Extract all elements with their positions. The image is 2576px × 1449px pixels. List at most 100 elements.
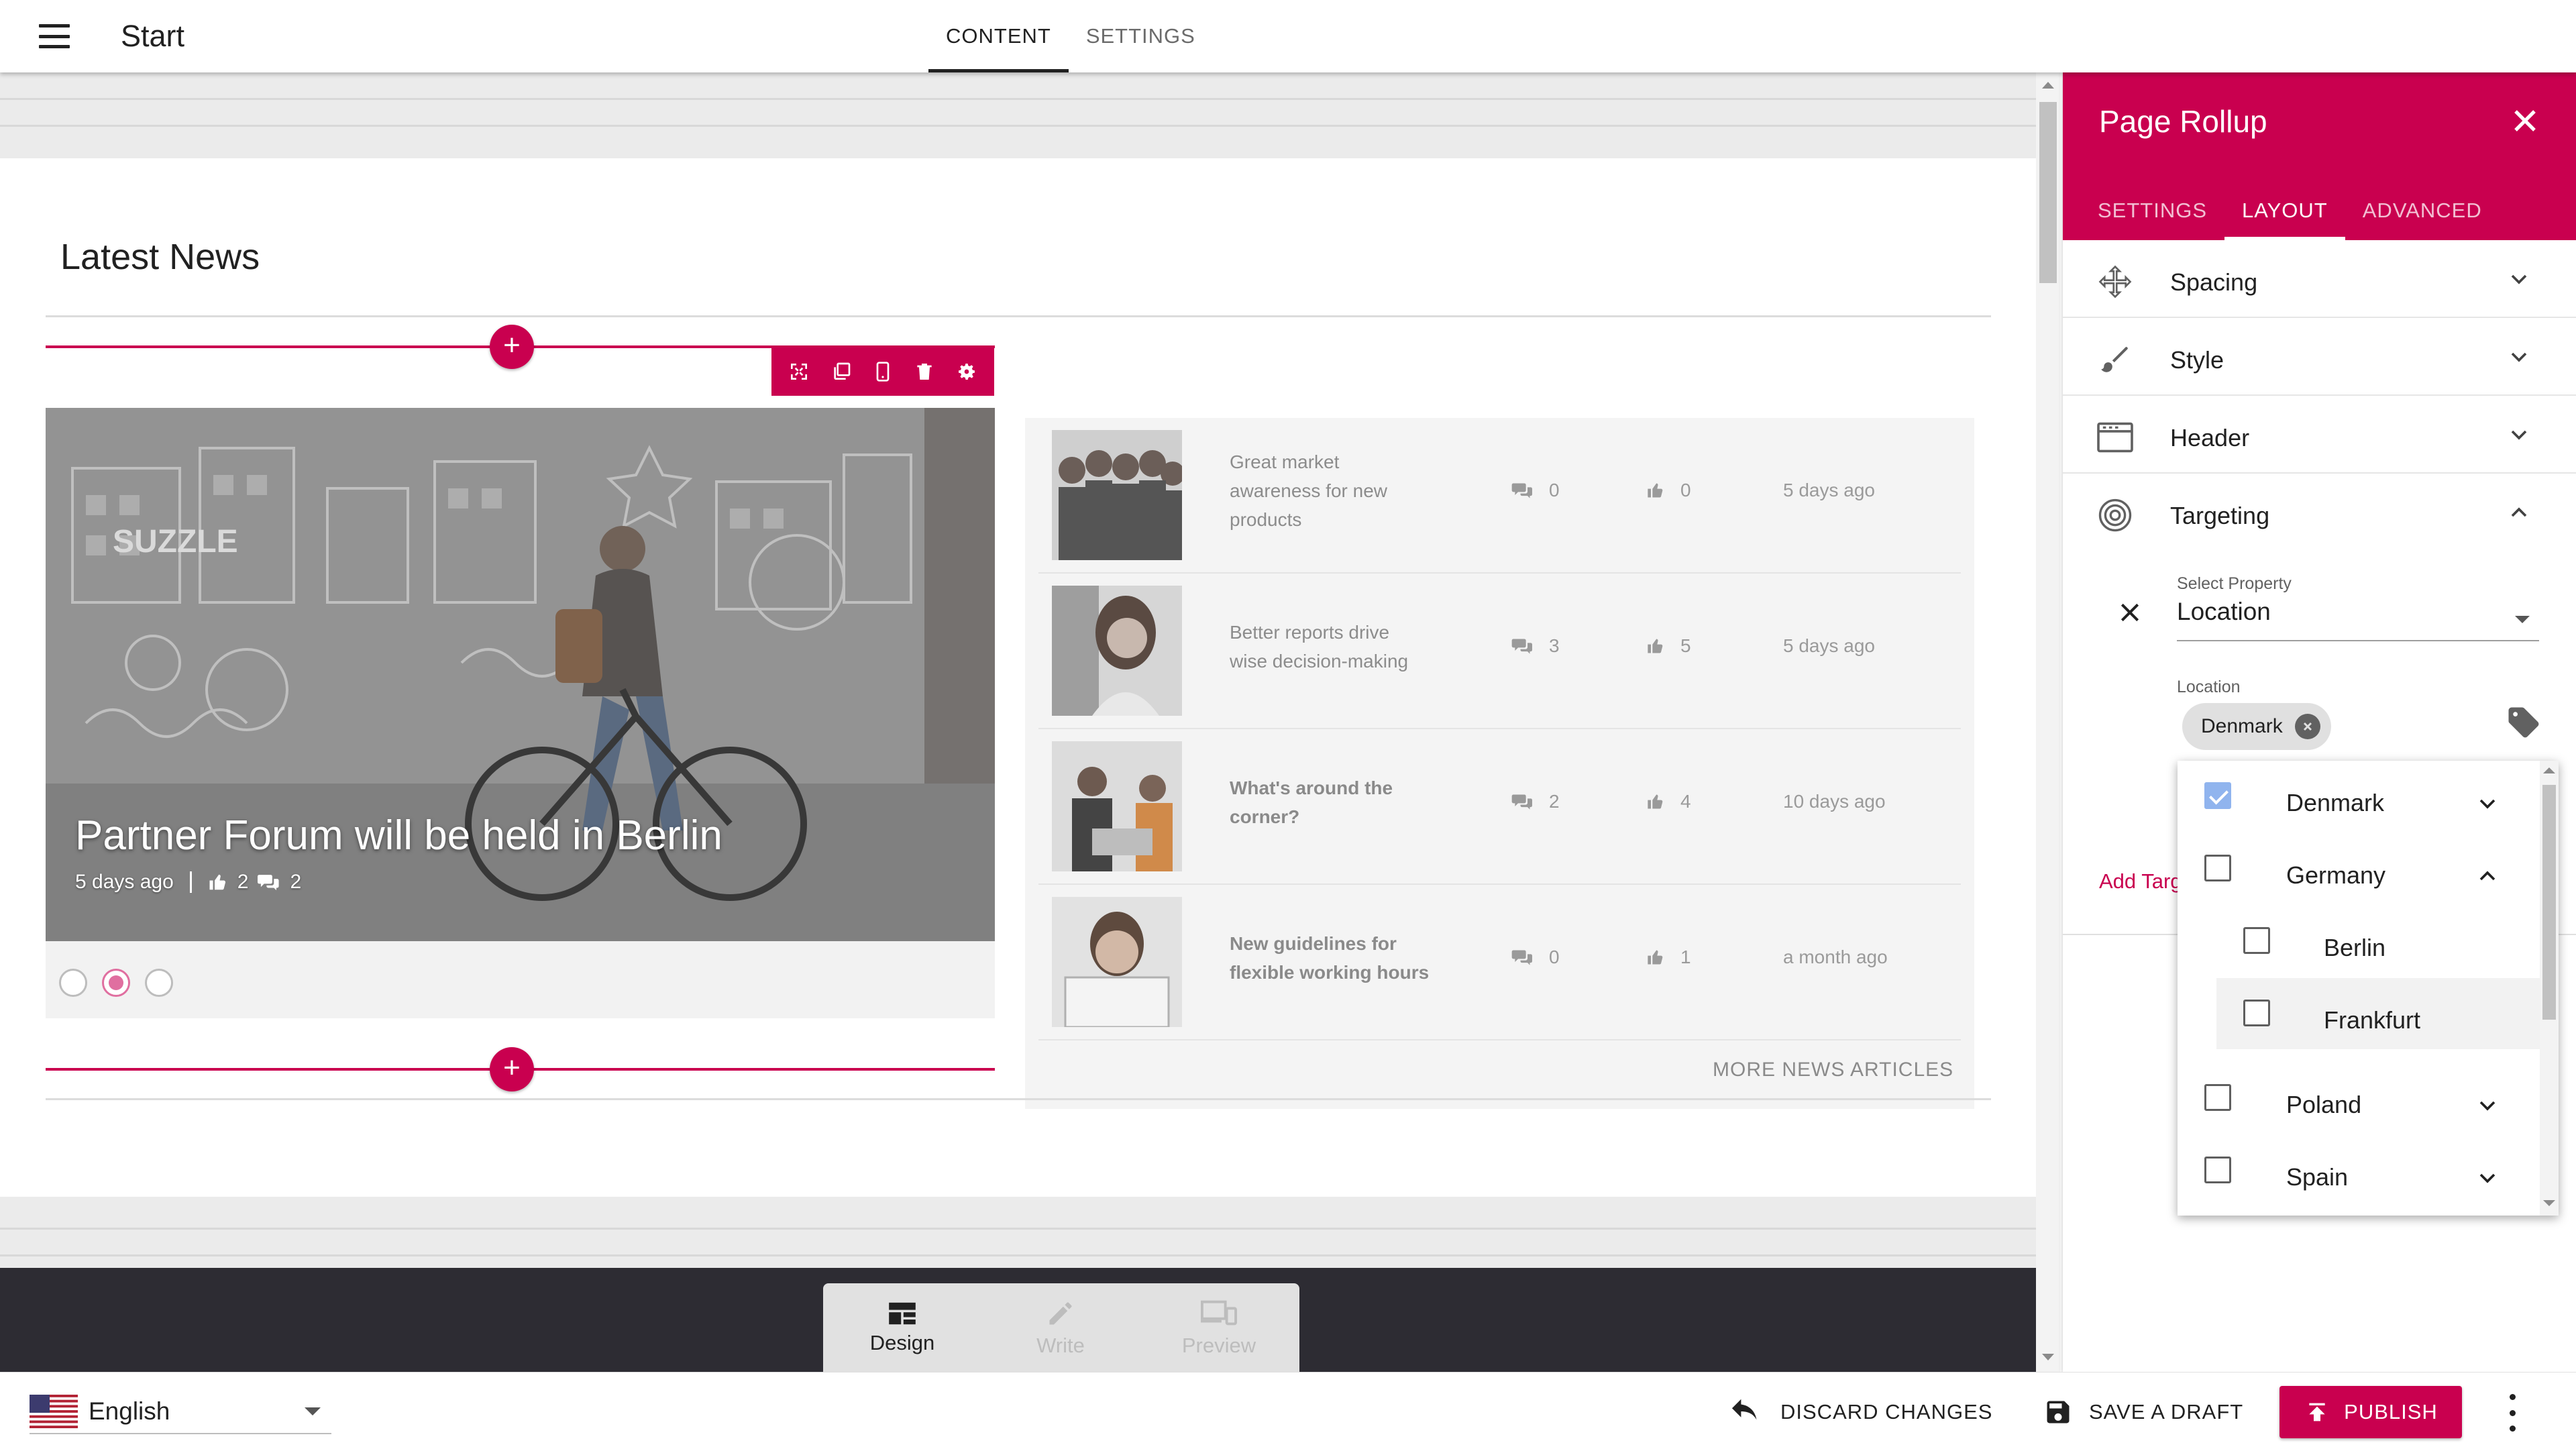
duplicate-icon[interactable] — [826, 357, 856, 386]
button-label: PUBLISH — [2344, 1400, 2438, 1424]
accordion-label: Spacing — [2170, 268, 2258, 296]
us-flag-icon — [30, 1395, 78, 1428]
scroll-down-icon[interactable] — [2543, 1200, 2555, 1206]
language-select[interactable]: English — [30, 1390, 331, 1434]
accordion-style[interactable]: Style — [2063, 318, 2576, 396]
dropdown-item-berlin[interactable]: Berlin — [2178, 906, 2540, 977]
panel-tab-settings[interactable]: SETTINGS — [2080, 193, 2224, 240]
dropdown-item-germany[interactable]: Germany — [2178, 833, 2540, 904]
comments-icon — [1511, 794, 1532, 810]
more-options-icon[interactable] — [2502, 1394, 2522, 1432]
dropdown-item-label: Denmark — [2286, 789, 2385, 816]
news-comment-count: 3 — [1549, 635, 1560, 656]
add-widget-button[interactable]: + — [490, 325, 534, 369]
accordion-header[interactable]: Header — [2063, 396, 2576, 474]
checkbox[interactable] — [2243, 1000, 2270, 1026]
featured-news-slider: SUZZLE Partner Forum will be held in Ber… — [46, 408, 995, 1018]
news-row[interactable]: Great market awareness for new products … — [1038, 418, 1961, 574]
footer-bar: English DISCARD CHANGES SAVE A DRAFT PUB… — [0, 1373, 2576, 1449]
dropdown-item-spain[interactable]: Spain — [2178, 1135, 2540, 1206]
scrollbar-thumb[interactable] — [2039, 102, 2057, 283]
section-divider — [46, 1098, 1991, 1100]
mode-write[interactable]: Write — [981, 1283, 1140, 1373]
discard-changes-button[interactable]: DISCARD CHANGES — [1731, 1386, 1992, 1438]
news-date: 10 days ago — [1783, 791, 1886, 812]
chevron-down-icon — [2506, 421, 2532, 448]
checkbox[interactable] — [2243, 927, 2270, 954]
news-row[interactable]: What's around the corner? 2 4 10 days ag… — [1038, 729, 1961, 885]
news-likes: 5 — [1646, 635, 1691, 657]
dropdown-item-label: Poland — [2286, 1091, 2362, 1118]
chip-remove-icon[interactable] — [2294, 714, 2320, 739]
meta-separator — [189, 871, 192, 893]
chevron-down-icon[interactable] — [2474, 1165, 2501, 1191]
field-label: Select Property — [2177, 574, 2292, 593]
brush-icon — [2096, 341, 2134, 378]
caret-down-icon — [2515, 616, 2530, 623]
tab-content[interactable]: CONTENT — [928, 0, 1069, 72]
publish-icon — [2309, 1403, 2325, 1421]
close-icon[interactable] — [2509, 105, 2541, 137]
dropdown-scrollbar[interactable] — [2540, 761, 2559, 1216]
chevron-up-icon[interactable] — [2474, 863, 2501, 890]
news-likes: 4 — [1646, 791, 1691, 812]
tab-settings[interactable]: SETTINGS — [1069, 0, 1213, 72]
scroll-up-icon[interactable] — [2042, 82, 2054, 89]
slider-dot-1[interactable] — [59, 969, 87, 997]
accordion-targeting[interactable]: Targeting — [2063, 474, 2576, 551]
mode-preview[interactable]: Preview — [1140, 1283, 1298, 1373]
checkbox-checked[interactable] — [2204, 782, 2231, 809]
checkbox[interactable] — [2204, 1157, 2231, 1183]
dropdown-item-denmark[interactable]: Denmark — [2178, 761, 2540, 832]
news-row[interactable]: Better reports drive wise decision-makin… — [1038, 574, 1961, 729]
scroll-up-icon[interactable] — [2543, 767, 2555, 773]
scrollbar-thumb[interactable] — [2542, 785, 2556, 1020]
button-label: DISCARD CHANGES — [1780, 1400, 1993, 1424]
slider-dot-2[interactable] — [102, 969, 130, 997]
remove-property-icon[interactable] — [2116, 599, 2143, 626]
page-scrollbar[interactable] — [2036, 72, 2060, 1373]
panel-tab-advanced[interactable]: ADVANCED — [2345, 193, 2500, 240]
chevron-down-icon[interactable] — [2474, 790, 2501, 817]
news-title[interactable]: What's around the corner? — [1230, 773, 1431, 831]
panel-tab-layout[interactable]: LAYOUT — [2224, 193, 2345, 240]
slider-dot-3[interactable] — [145, 969, 173, 997]
checkbox[interactable] — [2204, 1084, 2231, 1111]
location-dropdown-menu: Denmark Germany Berlin Frankfurt Poland … — [2178, 761, 2559, 1216]
save-draft-button[interactable]: SAVE A DRAFT — [2043, 1386, 2243, 1438]
news-row[interactable]: New guidelines for flexible working hour… — [1038, 885, 1961, 1040]
featured-comments: 2 — [290, 871, 302, 893]
news-thumbnail — [1052, 741, 1182, 871]
news-like-count: 4 — [1680, 791, 1691, 812]
accordion-spacing[interactable]: Spacing — [2063, 240, 2576, 318]
news-title[interactable]: New guidelines for flexible working hour… — [1230, 929, 1431, 987]
dropdown-item-poland[interactable]: Poland — [2178, 1063, 2540, 1134]
chevron-down-icon[interactable] — [2474, 1092, 2501, 1119]
delete-icon[interactable] — [910, 357, 939, 386]
menu-icon[interactable] — [39, 24, 70, 48]
news-like-count: 0 — [1680, 480, 1691, 500]
comments-icon — [1511, 483, 1532, 498]
tag-icon[interactable] — [2506, 704, 2542, 741]
mode-design[interactable]: Design — [823, 1283, 981, 1373]
news-title[interactable]: Better reports drive wise decision-makin… — [1230, 618, 1431, 676]
news-thumbnail — [1052, 897, 1182, 1027]
publish-button[interactable]: PUBLISH — [2279, 1386, 2462, 1438]
add-widget-button[interactable]: + — [490, 1047, 534, 1091]
add-target-link[interactable]: Add Targ — [2099, 869, 2182, 894]
more-news-link[interactable]: MORE NEWS ARTICLES — [1713, 1059, 1953, 1081]
featured-image[interactable]: SUZZLE Partner Forum will be held in Ber… — [46, 408, 995, 941]
mobile-icon[interactable] — [868, 357, 898, 386]
settings-gear-icon[interactable] — [952, 357, 981, 386]
select-property-dropdown[interactable]: Select Property Location — [2177, 574, 2539, 641]
news-title[interactable]: Great market awareness for new products — [1230, 447, 1431, 534]
fullscreen-icon[interactable] — [784, 357, 814, 386]
featured-title[interactable]: Partner Forum will be held in Berlin — [75, 812, 722, 859]
scroll-down-icon[interactable] — [2042, 1354, 2054, 1360]
section-title: Latest News — [60, 237, 260, 277]
top-app-bar: Start CONTENT SETTINGS — [0, 0, 2576, 72]
news-list: Great market awareness for new products … — [1025, 418, 1974, 1109]
dropdown-item-frankfurt[interactable]: Frankfurt — [2216, 978, 2540, 1049]
dropdown-item-label: Germany — [2286, 861, 2386, 889]
checkbox[interactable] — [2204, 855, 2231, 881]
